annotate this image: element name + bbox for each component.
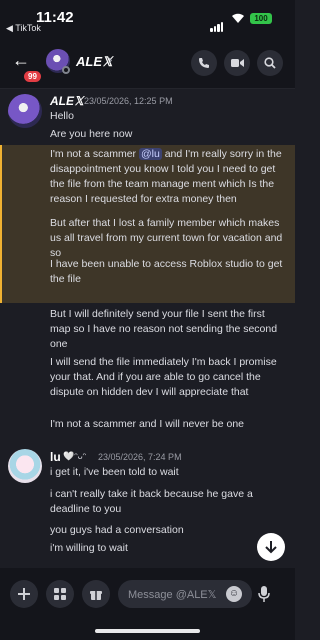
battery-indicator: 100 xyxy=(250,13,272,24)
message-author[interactable]: ALE𝕏 xyxy=(50,94,84,108)
avatar[interactable] xyxy=(8,449,42,483)
search-icon xyxy=(264,57,276,69)
chevron-right-icon[interactable]: › xyxy=(108,52,112,67)
video-camera-icon xyxy=(230,59,244,67)
message-text: you guys had a conversation xyxy=(50,524,184,536)
message-list[interactable]: ALE𝕏 23/05/2026, 12:25 PM Hello Are you … xyxy=(0,89,295,579)
apps-button[interactable] xyxy=(46,580,74,608)
message-text: I'm not a scammer @lu and I'm really sor… xyxy=(50,148,282,205)
message-text: I have been unable to access Roblox stud… xyxy=(50,258,283,285)
emoji-icon[interactable]: ☺ xyxy=(226,586,242,602)
status-indicator xyxy=(62,66,70,74)
clock: 11:42 xyxy=(36,9,74,26)
message-text: I will send the file immediately I'm bac… xyxy=(50,356,277,398)
dm-header: ← 99 ALE𝕏 › xyxy=(0,36,295,89)
gift-button[interactable] xyxy=(82,580,110,608)
message-text: Hello xyxy=(50,110,74,122)
cellular-signal-icon xyxy=(210,14,224,32)
back-arrow-icon[interactable]: ← xyxy=(12,50,30,71)
author-tag: 🤍ᵔᴗᵔ xyxy=(63,451,87,461)
dm-username[interactable]: ALE𝕏 xyxy=(76,54,112,70)
message-text: i'm willing to wait xyxy=(50,542,128,554)
wifi-icon xyxy=(232,13,244,23)
message-author[interactable]: lu xyxy=(50,450,61,464)
status-bar: 11:42 ◀ TikTok 100 xyxy=(0,0,295,36)
message-text: But after that I lost a family member wh… xyxy=(50,217,283,259)
unread-badge: 99 xyxy=(22,69,43,84)
message-input[interactable]: Message @ALE𝕏 ☺ xyxy=(118,580,252,608)
message-text: i can't really take it back because he g… xyxy=(50,488,253,515)
message-text: Are you here now xyxy=(50,128,133,140)
attach-button[interactable] xyxy=(10,580,38,608)
user-mention[interactable]: @lu xyxy=(138,148,162,160)
message-input-placeholder: Message @ALE𝕏 xyxy=(128,589,217,601)
scroll-to-bottom-button[interactable] xyxy=(257,533,285,561)
microphone-icon[interactable] xyxy=(258,586,270,605)
home-indicator xyxy=(95,629,200,633)
message-text: i get it, i've been told to wait xyxy=(50,466,179,478)
plus-icon xyxy=(18,588,30,600)
avatar[interactable] xyxy=(8,94,42,128)
search-button[interactable] xyxy=(257,50,283,76)
arrow-down-icon xyxy=(265,541,277,554)
gift-icon xyxy=(90,591,102,600)
message-timestamp: 23/05/2026, 7:24 PM xyxy=(98,452,182,462)
video-call-button[interactable] xyxy=(224,50,250,76)
message-timestamp: 23/05/2026, 12:25 PM xyxy=(84,96,173,106)
apps-icon xyxy=(54,588,66,600)
message-text: I'm not a scammer and I will never be on… xyxy=(50,418,245,430)
back-to-tiktok-link[interactable]: ◀ TikTok xyxy=(6,23,41,34)
voice-call-button[interactable] xyxy=(191,50,217,76)
phone-icon xyxy=(199,58,209,68)
message-text: But I will definitely send your file I s… xyxy=(50,308,278,350)
